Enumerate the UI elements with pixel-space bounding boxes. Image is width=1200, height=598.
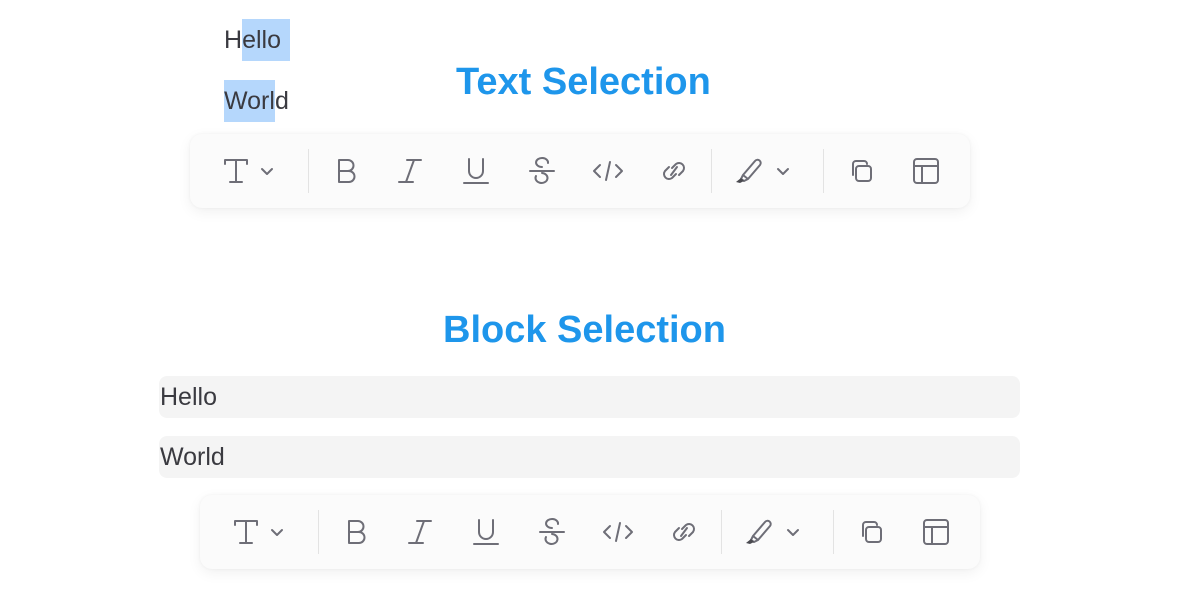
layout-button[interactable] <box>906 134 946 208</box>
link-button[interactable] <box>664 495 704 569</box>
underline-icon <box>463 158 489 184</box>
underline-button[interactable] <box>456 134 496 208</box>
text-selection-toolbar <box>190 134 970 208</box>
block-selection-heading: Block Selection <box>443 309 726 351</box>
block-selection-toolbar <box>200 495 980 569</box>
toolbar-divider <box>308 149 309 193</box>
italic-icon <box>398 159 422 183</box>
text-type-icon <box>234 520 283 544</box>
toolbar-divider <box>721 510 722 554</box>
bold-button[interactable] <box>336 495 376 569</box>
highlighter-icon <box>736 158 789 183</box>
code-icon <box>593 161 623 181</box>
link-icon <box>663 162 685 180</box>
text-type-icon <box>224 159 273 183</box>
code-button[interactable] <box>588 134 628 208</box>
bold-icon <box>348 520 366 544</box>
layout-icon <box>923 519 949 545</box>
block-text: Hello <box>160 383 217 411</box>
unselected-text: d <box>274 87 289 115</box>
italic-button[interactable] <box>400 495 440 569</box>
highlight-button[interactable] <box>728 134 800 208</box>
text-style-button[interactable] <box>214 134 286 208</box>
block-text: World <box>160 443 225 471</box>
selected-block-hello[interactable]: Hello <box>159 376 1020 418</box>
toolbar-divider <box>833 510 834 554</box>
underline-icon <box>473 519 499 545</box>
selected-text: ello <box>242 19 290 61</box>
highlighter-icon <box>746 519 799 544</box>
bold-icon <box>338 159 356 183</box>
layout-button[interactable] <box>916 495 956 569</box>
strikethrough-button[interactable] <box>522 134 562 208</box>
code-button[interactable] <box>598 495 638 569</box>
text-line-hello[interactable]: Hello <box>224 19 290 61</box>
toolbar-divider <box>318 510 319 554</box>
chevron-down-icon <box>777 168 789 175</box>
toolbar-divider <box>823 149 824 193</box>
selected-text: Worl <box>224 80 275 122</box>
unselected-text: H <box>224 26 243 54</box>
text-style-button[interactable] <box>224 495 296 569</box>
italic-icon <box>408 520 432 544</box>
link-icon <box>673 523 695 541</box>
copy-button[interactable] <box>840 134 880 208</box>
chevron-down-icon <box>261 168 273 175</box>
highlight-button[interactable] <box>738 495 810 569</box>
layout-icon <box>913 158 939 184</box>
text-selection-heading: Text Selection <box>456 61 711 103</box>
underline-button[interactable] <box>466 495 506 569</box>
copy-icon <box>852 160 872 182</box>
strikethrough-button[interactable] <box>532 495 572 569</box>
toolbar-divider <box>711 149 712 193</box>
text-line-world[interactable]: World <box>224 80 289 122</box>
selected-block-world[interactable]: World <box>159 436 1020 478</box>
italic-button[interactable] <box>390 134 430 208</box>
bold-button[interactable] <box>326 134 366 208</box>
chevron-down-icon <box>787 529 799 536</box>
copy-icon <box>862 521 882 543</box>
strikethrough-icon <box>529 157 555 184</box>
code-icon <box>603 522 633 542</box>
strikethrough-icon <box>539 518 565 545</box>
chevron-down-icon <box>271 529 283 536</box>
copy-button[interactable] <box>850 495 890 569</box>
link-button[interactable] <box>654 134 694 208</box>
